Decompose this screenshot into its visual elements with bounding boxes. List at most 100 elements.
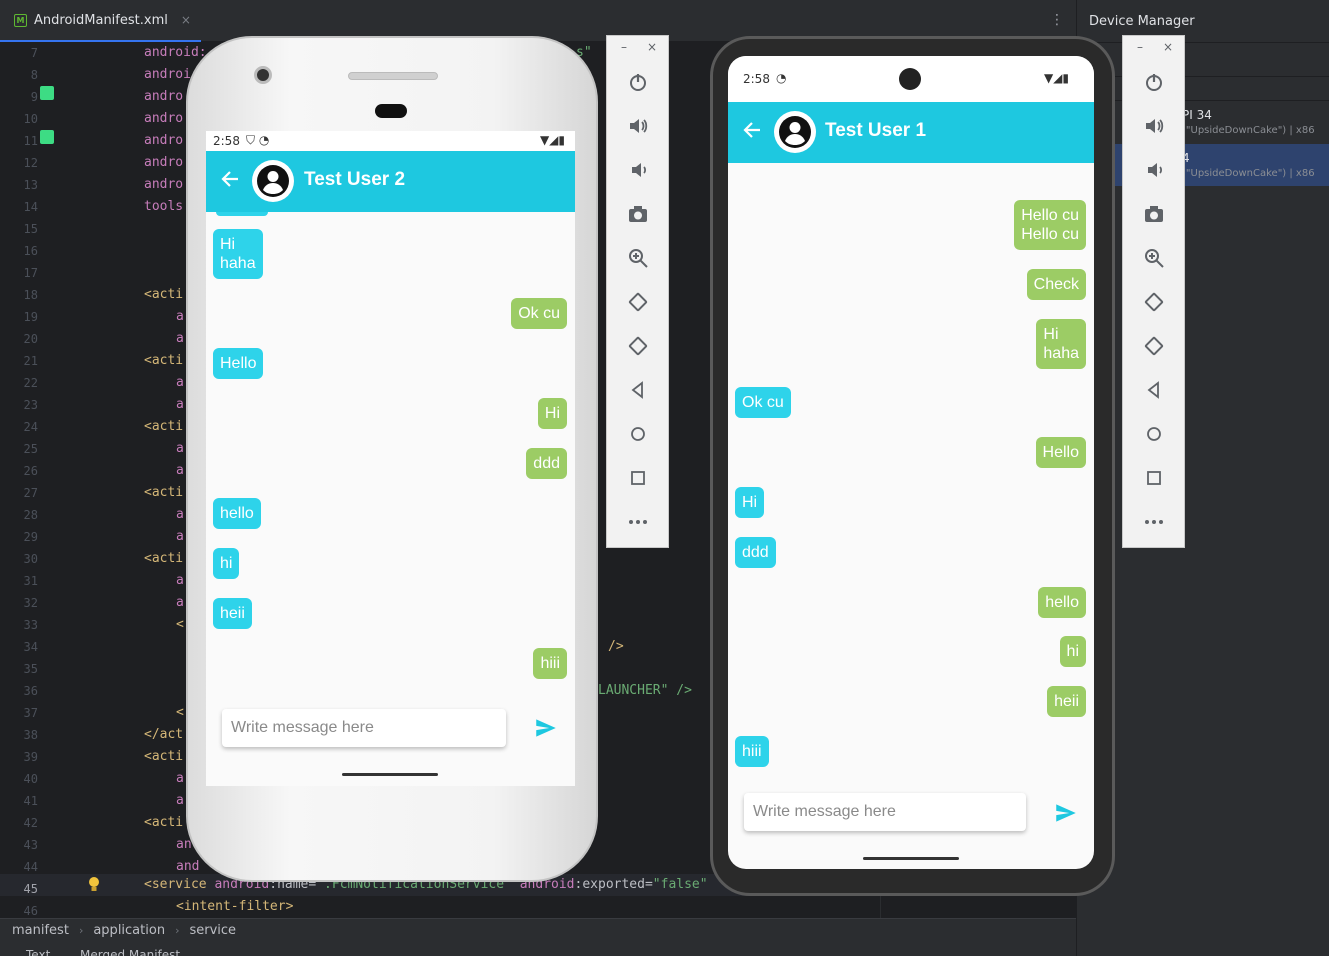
message-bubble[interactable]: hello xyxy=(213,498,261,529)
status-time: 2:58 xyxy=(213,134,240,148)
line-number: 10 xyxy=(23,112,38,126)
volume-up-icon xyxy=(629,119,647,133)
message-input[interactable] xyxy=(744,793,1026,831)
breadcrumb-item[interactable]: manifest xyxy=(12,923,69,938)
back-arrow-icon[interactable] xyxy=(742,120,762,140)
line-number: 7 xyxy=(30,46,38,60)
line-number: 16 xyxy=(23,244,38,258)
message-bubble[interactable]: ddd xyxy=(526,448,567,479)
code-token: andro xyxy=(144,111,184,126)
message-bubble[interactable]: Hello xyxy=(1035,437,1086,469)
lightbulb-icon[interactable] xyxy=(88,876,100,892)
tab-androidmanifest[interactable]: M AndroidManifest.xml × xyxy=(0,0,201,42)
gesture-handle[interactable] xyxy=(863,857,959,860)
android-gutter-icon[interactable] xyxy=(40,86,54,100)
message-text-field[interactable] xyxy=(222,709,506,747)
android-gutter-icon[interactable] xyxy=(40,130,54,144)
message-bubble[interactable]: hiii xyxy=(735,736,769,767)
rotate-left-icon xyxy=(628,292,647,312)
overview-button[interactable] xyxy=(1123,467,1184,493)
code-token: a xyxy=(176,507,184,522)
tab-merged-manifest[interactable]: Merged Manifest xyxy=(80,948,180,956)
phone-screen[interactable]: 2:58 ◔ ▼◢▮ Test User 1 Hello cu Hello cu… xyxy=(728,56,1094,869)
message-bubble[interactable]: ddd xyxy=(735,536,776,568)
message-input[interactable] xyxy=(222,709,506,747)
message-bubble[interactable]: heii xyxy=(1047,686,1086,718)
send-icon[interactable] xyxy=(533,715,559,741)
message-bubble[interactable]: Hello xyxy=(213,348,264,379)
minimize-button[interactable]: – xyxy=(1137,40,1143,54)
rotate-left-button[interactable] xyxy=(607,291,668,317)
minimize-button[interactable]: – xyxy=(621,40,627,54)
line-number: 37 xyxy=(23,706,38,720)
message-bubble[interactable]: Hi haha xyxy=(1036,318,1086,369)
back-arrow-icon[interactable] xyxy=(220,169,240,189)
power-button[interactable] xyxy=(607,71,668,97)
message-bubble[interactable]: Hi xyxy=(537,398,567,429)
message-bubble[interactable]: Hi haha xyxy=(213,229,263,279)
more-options-icon[interactable]: ⋮ xyxy=(1050,12,1064,28)
message-bubble[interactable]: hiii xyxy=(533,648,567,679)
close-button[interactable]: × xyxy=(647,40,657,54)
rotate-right-icon xyxy=(628,336,647,356)
send-icon[interactable] xyxy=(1053,800,1079,826)
message-bubble[interactable]: hi xyxy=(213,548,240,579)
code-token: andro xyxy=(144,133,184,148)
more-icon xyxy=(1144,520,1163,524)
overview-button[interactable] xyxy=(607,467,668,493)
message-bubble[interactable]: Check xyxy=(1026,268,1086,300)
zoom-icon xyxy=(1144,249,1164,268)
power-button[interactable] xyxy=(1123,71,1184,97)
device-details: ("UpsideDownCake") | x86 xyxy=(1182,168,1315,179)
code-token: andro xyxy=(144,177,184,192)
message-bubble[interactable]: heii xyxy=(213,598,252,629)
code-token: a xyxy=(176,793,184,808)
message-text-field[interactable] xyxy=(744,793,1026,831)
code-token: andro xyxy=(144,155,184,170)
volume-down-button[interactable] xyxy=(607,159,668,185)
breadcrumb-item[interactable]: application xyxy=(93,923,165,938)
close-button[interactable]: × xyxy=(1163,40,1173,54)
message-bubble[interactable]: hello xyxy=(1038,586,1086,618)
volume-up-button[interactable] xyxy=(1123,115,1184,141)
rotate-left-icon xyxy=(1144,292,1163,312)
rotate-right-button[interactable] xyxy=(1123,335,1184,361)
line-number: 42 xyxy=(23,816,38,830)
tab-text[interactable]: Text xyxy=(26,948,50,956)
zoom-button[interactable] xyxy=(1123,247,1184,273)
code-token: a xyxy=(176,309,184,324)
code-token: and xyxy=(176,859,200,874)
camera-button[interactable] xyxy=(607,203,668,229)
message-bubble[interactable]: Hello cu Hello cu xyxy=(1014,200,1086,250)
rotate-left-button[interactable] xyxy=(1123,291,1184,317)
line-number: 40 xyxy=(23,772,38,786)
back-button[interactable] xyxy=(607,379,668,405)
message-bubble[interactable]: Ok cu xyxy=(511,298,567,329)
line-number: 8 xyxy=(30,68,38,82)
close-icon[interactable]: × xyxy=(181,13,191,27)
account-circle-icon xyxy=(257,165,289,197)
camera-punch-hole xyxy=(899,68,921,90)
message-bubble[interactable]: hi xyxy=(1059,636,1086,668)
phone-screen[interactable]: 2:58 ⛉ ◔ ▼◢▮ Test User 2 Hi haha Ok cu Hel… xyxy=(206,131,575,786)
volume-down-button[interactable] xyxy=(1123,159,1184,185)
line-number: 45 xyxy=(23,882,38,896)
more-button[interactable] xyxy=(1123,511,1184,537)
breadcrumb-item[interactable]: service xyxy=(189,923,236,938)
power-icon xyxy=(629,74,646,91)
volume-up-button[interactable] xyxy=(607,115,668,141)
overview-icon xyxy=(630,471,645,485)
chevron-right-icon: › xyxy=(175,924,180,937)
zoom-button[interactable] xyxy=(607,247,668,273)
back-button[interactable] xyxy=(1123,379,1184,405)
code-token: a xyxy=(176,331,184,346)
home-button[interactable] xyxy=(607,423,668,449)
more-button[interactable] xyxy=(607,511,668,537)
message-bubble[interactable]: Ok cu xyxy=(735,387,791,419)
status-notif-icons: ⛉ ◔ xyxy=(246,133,270,147)
gesture-handle[interactable] xyxy=(342,773,438,776)
message-bubble[interactable]: Hi xyxy=(735,487,765,518)
camera-button[interactable] xyxy=(1123,203,1184,229)
home-button[interactable] xyxy=(1123,423,1184,449)
rotate-right-button[interactable] xyxy=(607,335,668,361)
